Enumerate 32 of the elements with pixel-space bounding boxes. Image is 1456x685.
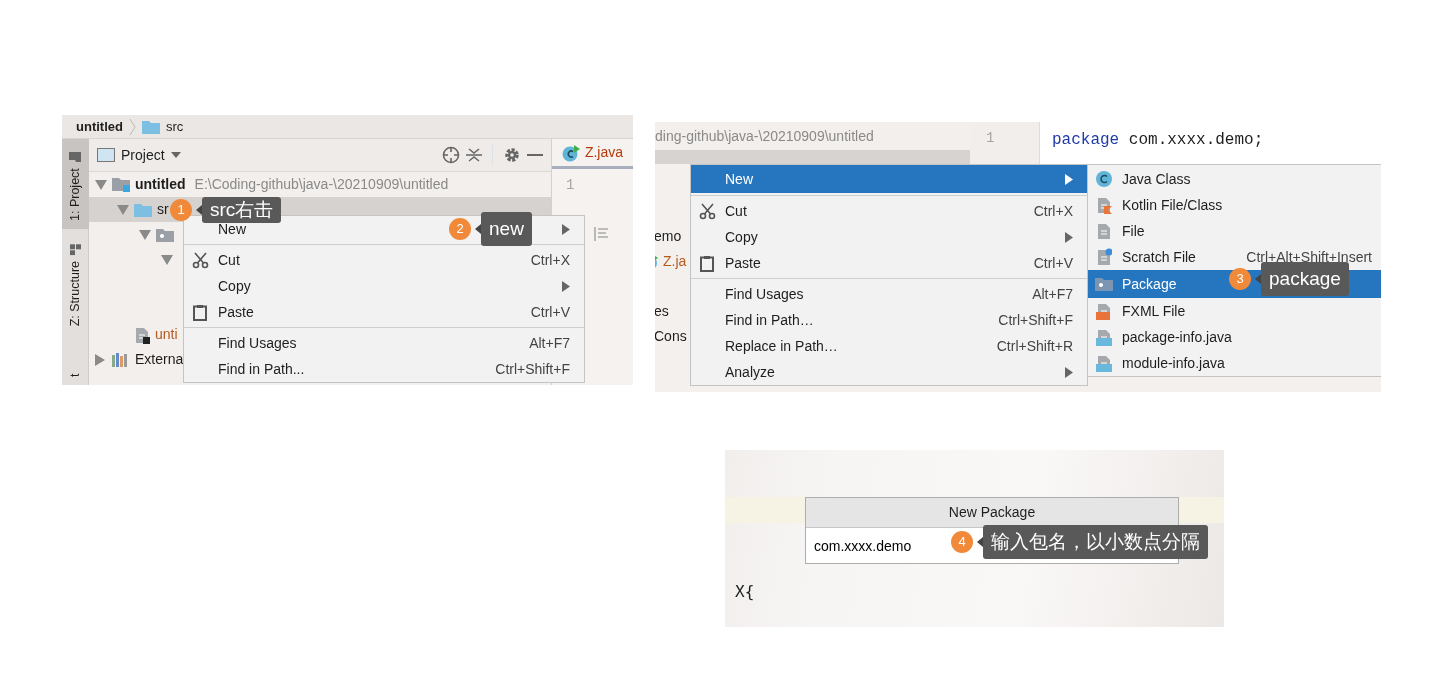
tree-label: Cons <box>655 327 687 346</box>
callout-tooltip: 输入包名，以小数点分隔 <box>983 525 1208 559</box>
tree-label: unti <box>155 325 178 344</box>
dialog-title: New Package <box>806 498 1178 528</box>
path-label: E:\Coding-github\java-\20210909\untitled <box>194 175 449 194</box>
tree-label: sr <box>157 200 169 219</box>
menu-item-label: Package <box>1122 274 1177 294</box>
side-tab-label: 1: Project <box>66 168 83 221</box>
callout-tooltip: src右击 <box>202 197 282 223</box>
shortcut-label: Alt+F7 <box>529 333 570 353</box>
code-line: package com.xxxx.demo; <box>1052 131 1264 149</box>
shortcut-label: Ctrl+X <box>530 250 570 270</box>
line-number: 1 <box>986 129 996 148</box>
shortcut-label: Ctrl+X <box>1033 201 1073 221</box>
tree-label: untitled <box>135 175 186 194</box>
line-number: 1 <box>564 176 576 195</box>
shortcut-label: Ctrl+V <box>1033 253 1073 273</box>
shortcut-label: Alt+F7 <box>1032 284 1073 304</box>
shortcut-label: Ctrl+Shift+R <box>996 336 1073 356</box>
tree-label: es <box>655 302 669 321</box>
code-line: X{ <box>735 581 755 603</box>
side-tab-label: t <box>66 373 83 377</box>
side-tab-label: Z: Structure <box>66 261 83 327</box>
shortcut-label: Ctrl+V <box>530 302 570 322</box>
shortcut-label: Ctrl+Shift+F <box>495 359 570 379</box>
tree-label: Z.ja <box>663 252 687 271</box>
tree-label: Externa <box>135 350 184 369</box>
callout-tooltip: package <box>1261 262 1349 296</box>
shortcut-label: Ctrl+Shift+F <box>998 310 1073 330</box>
menu-item-label: New <box>725 169 753 189</box>
tree-label: emo <box>655 227 682 246</box>
callout-tooltip: new <box>481 212 532 246</box>
